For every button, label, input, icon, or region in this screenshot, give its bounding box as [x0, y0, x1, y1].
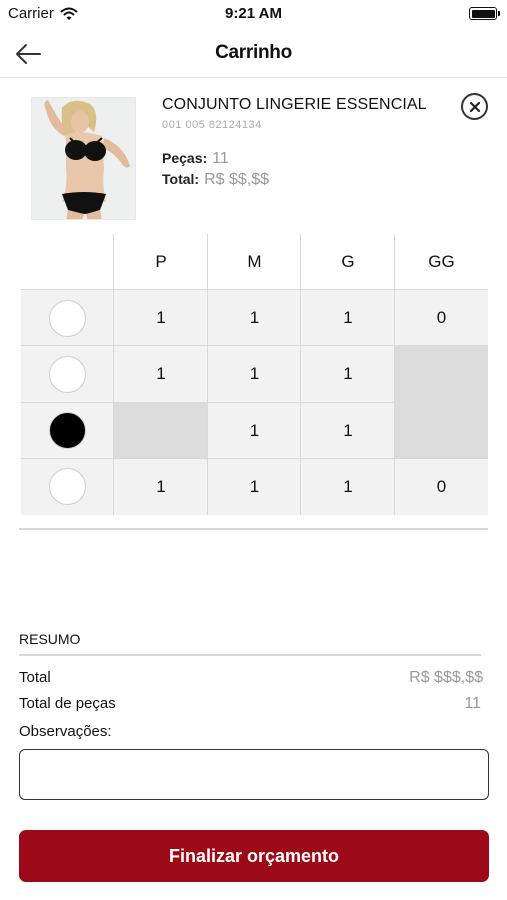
notes-label: Observações: [19, 723, 112, 740]
summary-title: RESUMO [19, 631, 81, 647]
qty-cell-unavailable [395, 402, 488, 459]
product-image [31, 97, 136, 220]
battery-icon [469, 7, 500, 20]
finalize-quote-button[interactable]: Finalizar orçamento [19, 830, 489, 882]
product-name: CONJUNTO LINGERIE ESSENCIAL [162, 96, 427, 113]
qty-cell[interactable]: 1 [114, 458, 208, 515]
size-header: P [114, 234, 208, 290]
grid-line [21, 345, 488, 347]
qty-cell[interactable]: 0 [395, 290, 488, 347]
qty-cell[interactable]: 1 [114, 346, 208, 403]
size-header: M [208, 234, 301, 290]
summary-total-value: R$ $$$,$$ [409, 669, 483, 686]
page-title: Carrinho [215, 42, 292, 63]
qty-cell[interactable]: 1 [301, 402, 395, 459]
grid-line [113, 234, 114, 515]
notes-input[interactable] [19, 749, 489, 800]
qty-cell[interactable]: 0 [395, 458, 488, 515]
product-pieces: Peças: 11 [162, 150, 229, 168]
pieces-value: 11 [212, 150, 229, 167]
qty-cell[interactable]: 1 [208, 290, 301, 347]
color-swatch[interactable] [49, 468, 86, 506]
remove-item-button[interactable] [461, 93, 488, 120]
size-color-grid: P M G GG 1 1 1 0 1 1 1 1 1 1 1 1 0 [21, 234, 488, 515]
divider [19, 654, 481, 656]
grid-line [300, 234, 301, 515]
qty-cell[interactable]: 1 [208, 458, 301, 515]
color-swatch[interactable] [49, 412, 86, 450]
qty-cell[interactable]: 1 [208, 346, 301, 403]
grid-line [21, 457, 488, 459]
divider [19, 528, 488, 530]
qty-cell[interactable]: 1 [301, 346, 395, 403]
qty-cell[interactable]: 1 [208, 402, 301, 459]
grid-line [21, 289, 488, 290]
grid-line [207, 234, 208, 515]
color-swatch-cell [21, 346, 114, 403]
qty-cell-unavailable [395, 346, 488, 403]
total-label: Total: [162, 171, 200, 187]
qty-cell-unavailable [114, 402, 208, 459]
total-value: R$ $$,$$ [204, 171, 270, 188]
summary-pieces-value: 11 [464, 695, 481, 712]
pieces-label: Peças: [162, 150, 208, 166]
color-swatch[interactable] [49, 355, 86, 393]
close-icon [469, 101, 480, 112]
summary-pieces-label: Total de peças [19, 695, 116, 712]
summary-total-row: Total R$ $$$,$$ [19, 669, 483, 687]
summary-pieces-row: Total de peças 11 [19, 695, 483, 713]
qty-cell[interactable]: 1 [301, 458, 395, 515]
qty-cell[interactable]: 1 [301, 290, 395, 347]
status-bar: Carrier 9:21 AM [0, 0, 507, 30]
clock: 9:21 AM [225, 5, 282, 22]
color-swatch[interactable] [49, 299, 86, 337]
qty-cell[interactable]: 1 [114, 290, 208, 347]
nav-bar: Carrinho [0, 30, 507, 78]
grid-line [21, 401, 395, 403]
size-header: G [301, 234, 395, 290]
summary-total-label: Total [19, 669, 51, 686]
grid-line [394, 234, 395, 515]
color-swatch-cell [21, 290, 114, 347]
color-swatch-cell [21, 402, 114, 459]
size-header: GG [395, 234, 488, 290]
product-total: Total: R$ $$,$$ [162, 171, 269, 189]
product-code: 001 005 82124134 [162, 119, 262, 131]
color-swatch-cell [21, 458, 114, 515]
